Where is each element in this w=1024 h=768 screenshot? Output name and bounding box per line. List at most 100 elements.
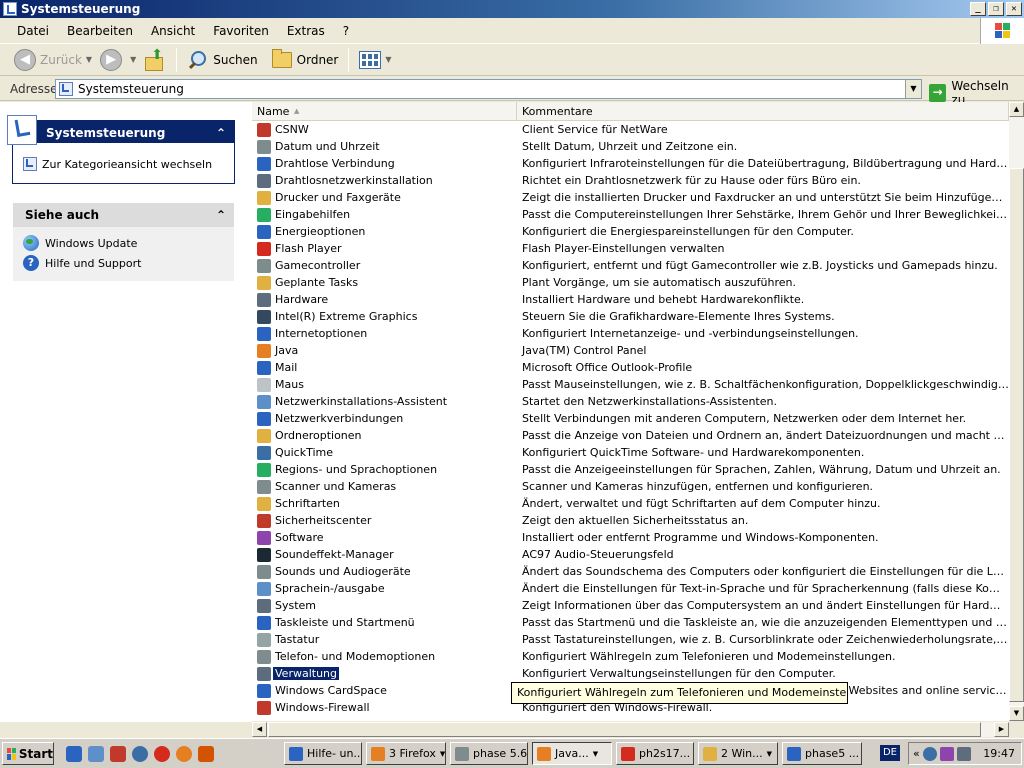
- collapse-chevron-icon[interactable]: ⌃: [216, 121, 226, 145]
- list-item[interactable]: Intel(R) Extreme Graphics Steuern Sie die…: [252, 308, 1009, 325]
- item-name-cell[interactable]: Schriftarten: [252, 496, 517, 511]
- taskbar-button[interactable]: ph2s17...: [616, 742, 694, 765]
- item-name-cell[interactable]: Windows-Firewall: [252, 700, 517, 715]
- list-item[interactable]: System Zeigt Informationen über das Compu…: [252, 597, 1009, 614]
- taskbar-button[interactable]: phase5 ...: [782, 742, 862, 765]
- list-item[interactable]: Internetoptionen Konfiguriert Internetanz…: [252, 325, 1009, 342]
- item-name-cell[interactable]: Tastatur: [252, 632, 517, 647]
- volume-tray-icon[interactable]: [956, 746, 971, 761]
- item-name-cell[interactable]: System: [252, 598, 517, 613]
- list-item[interactable]: Eingabehilfen Passt die Computereinstellu…: [252, 206, 1009, 223]
- horizontal-scrollbar[interactable]: ◀ ▶: [252, 722, 1009, 737]
- forward-dropdown-icon[interactable]: ▼: [130, 55, 136, 64]
- address-dropdown-icon[interactable]: ▼: [905, 80, 921, 98]
- item-name-cell[interactable]: Windows CardSpace: [252, 683, 517, 698]
- views-button[interactable]: ▼: [355, 47, 395, 73]
- list-item[interactable]: Datum und Uhrzeit Stellt Datum, Uhrzeit u…: [252, 138, 1009, 155]
- list-item[interactable]: Ordneroptionen Passt die Anzeige von Date…: [252, 427, 1009, 444]
- menu-bearbeiten[interactable]: Bearbeiten: [58, 24, 142, 38]
- list-item[interactable]: Energieoptionen Konfiguriert die Energies…: [252, 223, 1009, 240]
- vertical-scrollbar[interactable]: ▲ ▼: [1009, 102, 1024, 721]
- item-name-cell[interactable]: Software: [252, 530, 517, 545]
- scroll-up-button[interactable]: ▲: [1009, 102, 1024, 117]
- taskbar-button[interactable]: 2 Win... ▼: [698, 742, 778, 765]
- list-item[interactable]: Taskleiste und Startmenü Passt das Startm…: [252, 614, 1009, 631]
- item-name-cell[interactable]: Sicherheitscenter: [252, 513, 517, 528]
- item-name-cell[interactable]: Sounds und Audiogeräte: [252, 564, 517, 579]
- list-item[interactable]: CSNW Client Service für NetWare: [252, 121, 1009, 138]
- list-item[interactable]: Sicherheitscenter Zeigt den aktuellen Sic…: [252, 512, 1009, 529]
- list-item[interactable]: Drahtlose Verbindung Konfiguriert Infraro…: [252, 155, 1009, 172]
- list-item[interactable]: Geplante Tasks Plant Vorgänge, um sie aut…: [252, 274, 1009, 291]
- app-icon[interactable]: [198, 746, 214, 762]
- list-item[interactable]: Netzwerkverbindungen Stellt Verbindungen …: [252, 410, 1009, 427]
- item-name-cell[interactable]: QuickTime: [252, 445, 517, 460]
- firefox-icon[interactable]: [176, 746, 192, 762]
- item-name-cell[interactable]: Verwaltung: [252, 666, 517, 681]
- item-name-cell[interactable]: Netzwerkinstallations-Assistent: [252, 394, 517, 409]
- item-name-cell[interactable]: Hardware: [252, 292, 517, 307]
- item-name-cell[interactable]: Regions- und Sprachoptionen: [252, 462, 517, 477]
- list-item[interactable]: Maus Passt Mauseinstellungen, wie z. B. S…: [252, 376, 1009, 393]
- switch-category-view-link[interactable]: Zur Kategorieansicht wechseln: [23, 154, 234, 174]
- address-input[interactable]: Systemsteuerung ▼: [55, 79, 922, 99]
- language-indicator[interactable]: DE: [880, 745, 900, 761]
- control-panel-box-header[interactable]: Systemsteuerung ⌃: [7, 115, 234, 145]
- horizontal-scroll-thumb[interactable]: [268, 722, 981, 737]
- views-dropdown-icon[interactable]: ▼: [385, 55, 391, 64]
- taskbar-button[interactable]: phase 5.6: [450, 742, 528, 765]
- list-item[interactable]: Java Java(TM) Control Panel: [252, 342, 1009, 359]
- item-name-cell[interactable]: Taskleiste und Startmenü: [252, 615, 517, 630]
- menu-help[interactable]: ?: [334, 24, 358, 38]
- antivirus-tray-icon[interactable]: [939, 746, 954, 761]
- search-button[interactable]: Suchen: [183, 47, 261, 73]
- item-name-cell[interactable]: Scanner und Kameras: [252, 479, 517, 494]
- media-icon[interactable]: [110, 746, 126, 762]
- list-item[interactable]: Drahtlosnetzwerkinstallation Richtet ein …: [252, 172, 1009, 189]
- item-name-cell[interactable]: Telefon- und Modemoptionen: [252, 649, 517, 664]
- taskbar-button[interactable]: Java... ▼: [532, 742, 612, 765]
- help-support-link[interactable]: ? Hilfe und Support: [23, 253, 234, 273]
- restore-button[interactable]: ❐: [988, 2, 1004, 16]
- item-name-cell[interactable]: Intel(R) Extreme Graphics: [252, 309, 517, 324]
- size-grip[interactable]: [1009, 722, 1024, 737]
- list-item[interactable]: Gamecontroller Konfiguriert, entfernt und…: [252, 257, 1009, 274]
- media-player-icon[interactable]: [132, 746, 148, 762]
- item-name-cell[interactable]: Gamecontroller: [252, 258, 517, 273]
- item-name-cell[interactable]: Datum und Uhrzeit: [252, 139, 517, 154]
- column-header-comments[interactable]: Kommentare: [517, 102, 1009, 121]
- list-item[interactable]: Sounds und Audiogeräte Ändert das Soundsc…: [252, 563, 1009, 580]
- item-name-cell[interactable]: Netzwerkverbindungen: [252, 411, 517, 426]
- list-item[interactable]: Sprachein-/ausgabe Ändert die Einstellung…: [252, 580, 1009, 597]
- close-button[interactable]: ✕: [1006, 2, 1022, 16]
- column-header-name[interactable]: Name ▲: [252, 102, 517, 121]
- item-name-cell[interactable]: Sprachein-/ausgabe: [252, 581, 517, 596]
- item-name-cell[interactable]: Energieoptionen: [252, 224, 517, 239]
- opera-icon[interactable]: [154, 746, 170, 762]
- scroll-down-button[interactable]: ▼: [1009, 706, 1024, 721]
- collapse-chevron-icon[interactable]: ⌃: [216, 203, 226, 227]
- back-button[interactable]: ◀ Zurück ▼: [10, 47, 96, 73]
- list-item[interactable]: Software Installiert oder entfernt Progra…: [252, 529, 1009, 546]
- item-name-cell[interactable]: Drucker und Faxgeräte: [252, 190, 517, 205]
- list-item[interactable]: Telefon- und Modemoptionen Konfiguriert W…: [252, 648, 1009, 665]
- item-name-cell[interactable]: Drahtlose Verbindung: [252, 156, 517, 171]
- list-item[interactable]: Verwaltung Konfiguriert Verwaltungseinste…: [252, 665, 1009, 682]
- item-name-cell[interactable]: Ordneroptionen: [252, 428, 517, 443]
- menu-datei[interactable]: Datei: [8, 24, 58, 38]
- vertical-scroll-thumb[interactable]: [1009, 168, 1024, 702]
- item-name-cell[interactable]: Soundeffekt-Manager: [252, 547, 517, 562]
- show-desktop-icon[interactable]: [88, 746, 104, 762]
- item-name-cell[interactable]: Flash Player: [252, 241, 517, 256]
- list-item[interactable]: Regions- und Sprachoptionen Passt die Anz…: [252, 461, 1009, 478]
- list-item[interactable]: Drucker und Faxgeräte Zeigt die installie…: [252, 189, 1009, 206]
- forward-button[interactable]: ▶ ▼: [96, 47, 140, 73]
- item-name-cell[interactable]: CSNW: [252, 122, 517, 137]
- see-also-header[interactable]: Siehe auch ⌃: [13, 203, 234, 227]
- list-item[interactable]: Netzwerkinstallations-Assistent Startet d…: [252, 393, 1009, 410]
- back-dropdown-icon[interactable]: ▼: [86, 55, 92, 64]
- minimize-button[interactable]: _: [970, 2, 986, 16]
- list-item[interactable]: QuickTime Konfiguriert QuickTime Software…: [252, 444, 1009, 461]
- menu-extras[interactable]: Extras: [278, 24, 334, 38]
- scroll-right-button[interactable]: ▶: [994, 722, 1009, 737]
